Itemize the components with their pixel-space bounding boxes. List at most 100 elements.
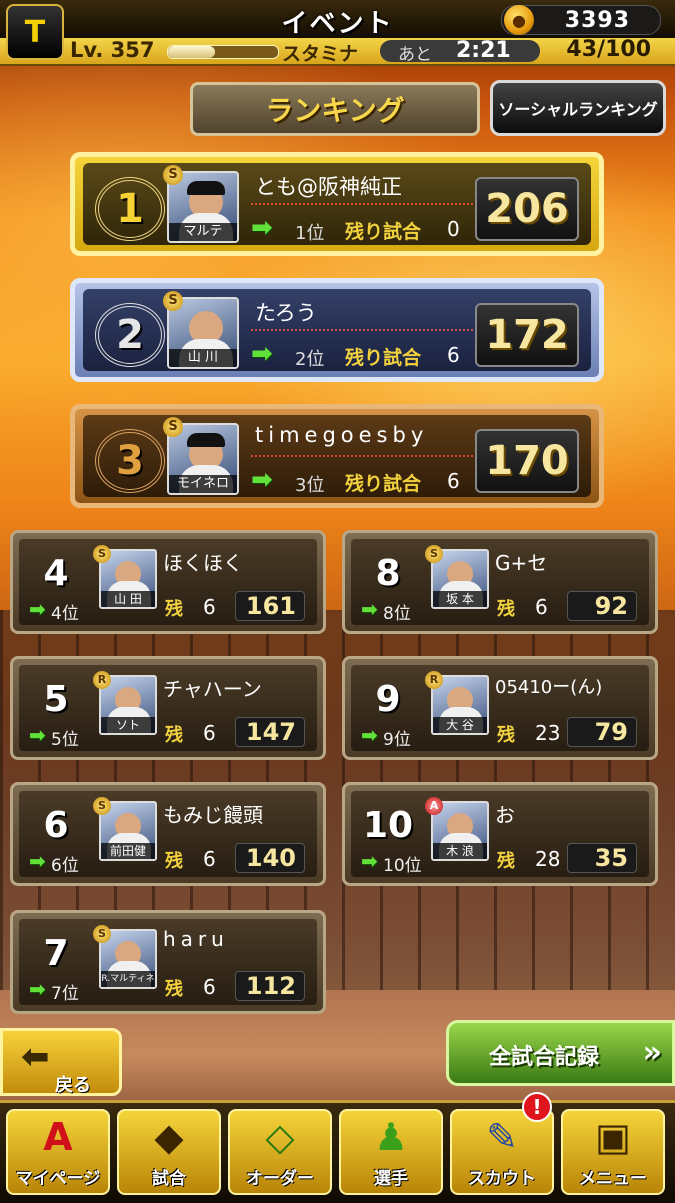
rank-number: 10 <box>363 805 414 846</box>
nav-label: マイページ <box>15 1169 101 1189</box>
arrow-right-icon: ➡ <box>361 849 378 873</box>
arrow-right-icon: ➡ <box>29 597 46 621</box>
rarity-badge-icon: S <box>425 545 443 563</box>
nav-label: 試合 <box>152 1169 186 1189</box>
previous-rank: 2位 <box>295 349 325 370</box>
arrow-right-icon: ➡ <box>29 723 46 747</box>
all-games-record-button[interactable]: 全試合記録 » <box>446 1020 675 1086</box>
remaining-games-label: 残 <box>165 725 183 746</box>
ranking-card-9[interactable]: 9 ➡ 9位 大 谷 R 05410ー(ん) 残 23 79 <box>342 656 658 760</box>
rarity-badge-icon: S <box>93 925 111 943</box>
remaining-games: 6 <box>447 469 460 493</box>
score: 147 <box>235 717 305 747</box>
nav-item-menu[interactable]: ▣ メニュー <box>561 1109 665 1195</box>
ranking-card-6[interactable]: 6 ➡ 6位 前田健 S もみじ饅頭 残 6 140 <box>10 782 326 886</box>
ranking-card-7[interactable]: 7 ➡ 7位 R.マルティネス S haru 残 6 112 <box>10 910 326 1014</box>
nav-item-mypage[interactable]: A マイページ <box>6 1109 110 1195</box>
field-icon: ◇ <box>265 1115 295 1159</box>
tab-ranking[interactable]: ランキング <box>190 82 480 136</box>
user-name: もみじ饅頭 <box>163 803 263 827</box>
previous-rank: 9位 <box>383 730 411 750</box>
previous-rank: 7位 <box>51 984 79 1004</box>
previous-rank: 1位 <box>295 223 325 244</box>
rarity-badge-icon: S <box>163 165 183 185</box>
double-chevron-right-icon: » <box>642 1035 662 1070</box>
user-name: haru <box>163 927 229 951</box>
score: 206 <box>475 177 579 241</box>
arrow-right-icon: ➡ <box>361 723 378 747</box>
back-label: 戻る <box>55 1075 91 1096</box>
previous-rank: 6位 <box>51 856 79 876</box>
stamina-gauge <box>167 45 279 59</box>
score: 140 <box>235 843 305 873</box>
rarity-badge-icon: S <box>93 545 111 563</box>
recovery-timer: あと 2:21 <box>380 38 540 65</box>
coin-counter: ● 3393 <box>501 5 661 35</box>
user-name: チャハーン <box>163 677 262 701</box>
user-name: お <box>495 803 515 827</box>
score: 161 <box>235 591 305 621</box>
score: 92 <box>567 591 637 621</box>
nav-item-game[interactable]: ◆ 試合 <box>117 1109 221 1195</box>
user-name: 05410ー(ん) <box>495 677 603 698</box>
card-player-name: R.マルティネス <box>101 971 155 987</box>
nav-item-players[interactable]: ♟ 選手 <box>339 1109 443 1195</box>
ranking-card-3[interactable]: 3 モイネロ S timegoesby ➡ 3位 残り試合 6 170 <box>70 404 604 508</box>
ranking-card-4[interactable]: 4 ➡ 4位 山 田 S ほくほく 残 6 161 <box>10 530 326 634</box>
remaining-games-label: 残 <box>165 979 183 1000</box>
notification-badge: ! <box>522 1092 552 1122</box>
nav-label: オーダー <box>246 1169 314 1189</box>
ranking-card-5[interactable]: 5 ➡ 5位 ソト R チャハーン 残 6 147 <box>10 656 326 760</box>
nav-label: スカウト <box>468 1169 536 1189</box>
rarity-badge-icon: S <box>93 797 111 815</box>
arrow-right-icon: ➡ <box>29 849 46 873</box>
remaining-games: 28 <box>535 847 561 871</box>
stamina-value: 43/100 <box>566 37 651 62</box>
all-games-label: 全試合記録 <box>489 1045 600 1070</box>
rank-number: 4 <box>43 553 69 594</box>
user-name: G+セ <box>495 551 548 575</box>
remaining-games: 6 <box>203 721 216 745</box>
remaining-games-label: 残り試合 <box>345 473 422 495</box>
rarity-badge-icon: S <box>163 291 183 311</box>
rarity-badge-icon: R <box>425 671 443 689</box>
user-name: ほくほく <box>163 551 243 575</box>
score: 35 <box>567 843 637 873</box>
remaining-games: 6 <box>447 343 460 367</box>
mypage-icon: A <box>43 1115 73 1159</box>
ranking-card-10[interactable]: 10 ➡ 10位 木 浪 A お 残 28 35 <box>342 782 658 886</box>
remaining-games-label: 残り試合 <box>345 221 422 243</box>
arrow-right-icon: ➡ <box>251 339 273 369</box>
ranking-card-8[interactable]: 8 ➡ 8位 坂 本 S G+セ 残 6 92 <box>342 530 658 634</box>
arrow-right-icon: ➡ <box>251 213 273 243</box>
remaining-games: 6 <box>535 595 548 619</box>
divider <box>251 203 481 205</box>
team-logo-icon[interactable]: T <box>6 4 64 60</box>
stadium-icon: ◆ <box>154 1115 184 1159</box>
card-player-name: ソト <box>101 717 155 733</box>
card-player-name: 大 谷 <box>433 717 487 733</box>
card-player-name: 山 川 <box>169 349 237 367</box>
card-inner: 2 山 川 S たろう ➡ 2位 残り試合 6 172 <box>83 289 591 371</box>
ranking-card-1[interactable]: 1 マルテ S とも@阪神純正 ➡ 1位 残り試合 0 206 <box>70 152 604 256</box>
back-button[interactable]: ⬅ 戻る <box>0 1028 122 1096</box>
remaining-games-label: 残 <box>497 725 515 746</box>
remaining-games: 0 <box>447 217 460 241</box>
remaining-games-label: 残り試合 <box>345 347 422 369</box>
nav-item-order[interactable]: ◇ オーダー <box>228 1109 332 1195</box>
arrow-right-icon: ➡ <box>251 465 273 495</box>
user-name: とも@阪神純正 <box>255 175 402 199</box>
score: 170 <box>475 429 579 493</box>
tab-social-ranking[interactable]: ソーシャルランキング <box>490 80 666 136</box>
header-bar: イベント ● 3393 <box>0 0 675 40</box>
card-player-name: 木 浪 <box>433 843 487 859</box>
previous-rank: 5位 <box>51 730 79 750</box>
score: 112 <box>235 971 305 1001</box>
ranking-card-2[interactable]: 2 山 川 S たろう ➡ 2位 残り試合 6 172 <box>70 278 604 382</box>
remaining-games: 6 <box>203 595 216 619</box>
remaining-games-label: 残 <box>497 851 515 872</box>
stamina-label: スタミナ <box>282 43 359 65</box>
menu-icon: ▣ <box>595 1115 631 1159</box>
card-inner: 3 モイネロ S timegoesby ➡ 3位 残り試合 6 170 <box>83 415 591 497</box>
previous-rank: 3位 <box>295 475 325 496</box>
